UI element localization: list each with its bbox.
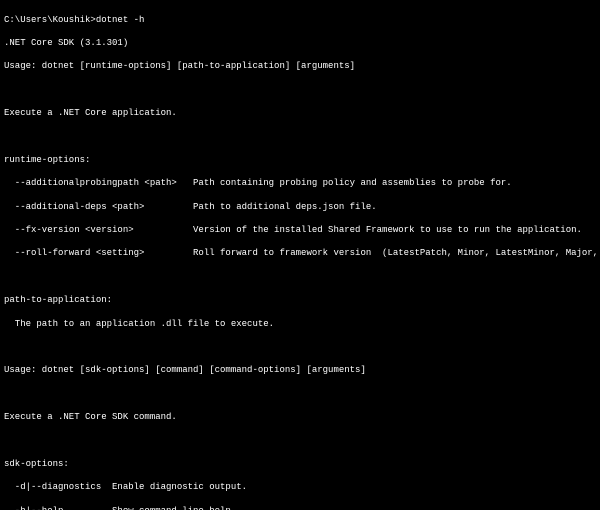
so-help: -h|--help Show command line help. (4, 506, 596, 510)
usage-sdk: Usage: dotnet [sdk-options] [command] [c… (4, 365, 596, 377)
blank (4, 342, 596, 354)
desc-exec-app: Execute a .NET Core application. (4, 108, 596, 120)
blank (4, 389, 596, 401)
rt-additional-deps: --additional-deps <path> Path to additio… (4, 202, 596, 214)
so-diagnostics: -d|--diagnostics Enable diagnostic outpu… (4, 482, 596, 494)
runtime-options-header: runtime-options: (4, 155, 596, 167)
blank (4, 132, 596, 144)
blank (4, 85, 596, 97)
blank (4, 435, 596, 447)
usage-runtime: Usage: dotnet [runtime-options] [path-to… (4, 61, 596, 73)
rt-roll-forward: --roll-forward <setting> Roll forward to… (4, 248, 596, 260)
path-to-app-header: path-to-application: (4, 295, 596, 307)
sdk-options-header: sdk-options: (4, 459, 596, 471)
desc-exec-sdk: Execute a .NET Core SDK command. (4, 412, 596, 424)
rt-additionalprobingpath: --additionalprobingpath <path> Path cont… (4, 178, 596, 190)
terminal-output[interactable]: C:\Users\Koushik>dotnet -h .NET Core SDK… (0, 0, 600, 510)
rt-fx-version: --fx-version <version> Version of the in… (4, 225, 596, 237)
path-to-app-desc: The path to an application .dll file to … (4, 319, 596, 331)
sdk-header: .NET Core SDK (3.1.301) (4, 38, 596, 50)
prompt-line: C:\Users\Koushik>dotnet -h (4, 15, 596, 27)
blank (4, 272, 596, 284)
